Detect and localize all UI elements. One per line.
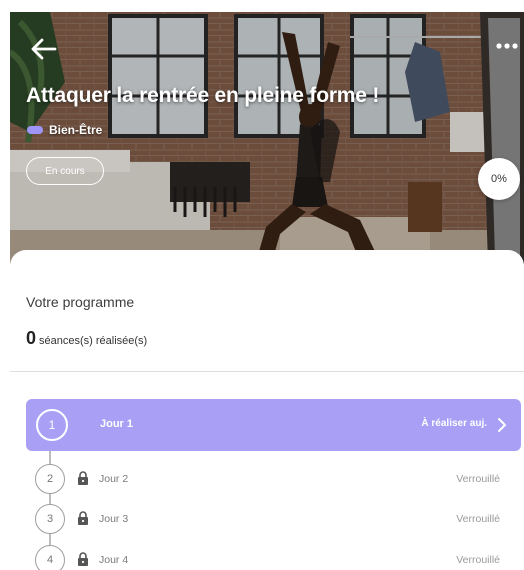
sessions-count: 0 xyxy=(26,328,37,348)
category-tag: Bien-Être xyxy=(27,123,102,137)
hero-photo xyxy=(10,12,524,264)
day-label: Jour 2 xyxy=(99,473,129,485)
divider xyxy=(10,371,524,372)
day-number: 1 xyxy=(36,409,68,441)
day-item-1[interactable]: 1 Jour 1 À réaliser auj. xyxy=(26,399,521,451)
program-title: Attaquer la rentrée en pleine forme ! xyxy=(26,84,380,107)
day-number: 4 xyxy=(35,545,65,570)
lock-icon xyxy=(78,471,88,485)
more-horizontal-icon[interactable] xyxy=(492,36,522,56)
category-label: Bien-Être xyxy=(49,123,103,137)
day-item-3[interactable]: 3 Jour 3 Verrouillé xyxy=(26,502,521,538)
section-title: Votre programme xyxy=(26,294,135,310)
sessions-summary: 0 séances(s) réalisée(s) xyxy=(26,328,147,349)
day-number: 3 xyxy=(35,504,65,534)
program-sheet: Votre programme 0 séances(s) réalisée(s)… xyxy=(10,250,524,570)
program-screen: Attaquer la rentrée en pleine forme ! Bi… xyxy=(10,12,524,570)
day-status: Verrouillé xyxy=(456,473,500,485)
day-item-4[interactable]: 4 Jour 4 Verrouillé xyxy=(26,543,521,570)
day-label: Jour 4 xyxy=(99,554,129,566)
day-label: Jour 3 xyxy=(99,513,129,525)
lock-icon xyxy=(78,511,88,525)
day-status: À réaliser auj. xyxy=(421,418,487,429)
hero-banner: Attaquer la rentrée en pleine forme ! Bi… xyxy=(10,12,524,264)
arrow-left-icon[interactable] xyxy=(28,34,58,64)
progress-indicator: 0% xyxy=(478,158,520,200)
status-badge: En cours xyxy=(26,157,104,185)
day-status: Verrouillé xyxy=(456,513,500,525)
lock-icon xyxy=(78,552,88,566)
category-color-pill xyxy=(27,126,43,134)
day-label: Jour 1 xyxy=(100,418,134,430)
chevron-right-icon xyxy=(498,418,506,432)
sessions-label: séances(s) réalisée(s) xyxy=(39,335,148,347)
day-number: 2 xyxy=(35,464,65,494)
day-status: Verrouillé xyxy=(456,554,500,566)
day-item-2[interactable]: 2 Jour 2 Verrouillé xyxy=(26,462,521,498)
